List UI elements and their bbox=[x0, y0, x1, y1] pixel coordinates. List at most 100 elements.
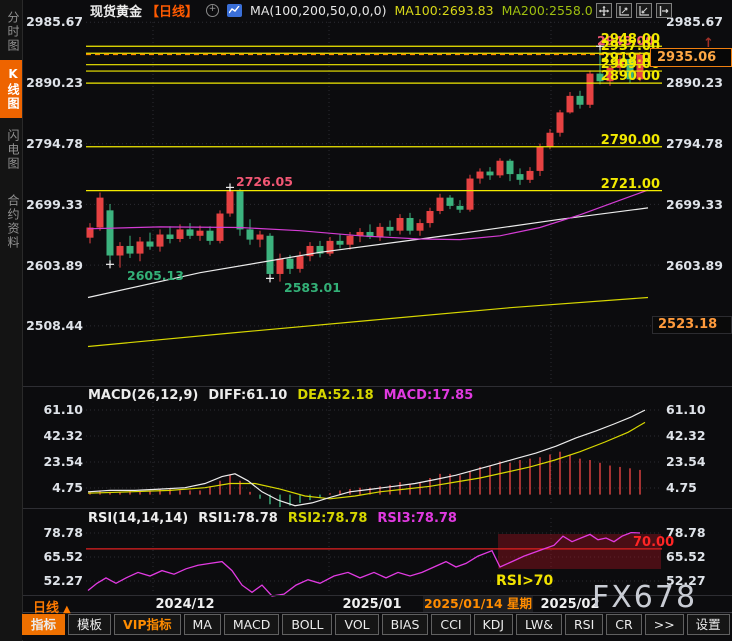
pan-crosshair-button[interactable] bbox=[596, 3, 612, 18]
toolbar-button-macd[interactable]: MACD bbox=[224, 614, 279, 635]
toolbar-button-lw[interactable]: LW& bbox=[516, 614, 562, 635]
price-axis-label: 2985.67 bbox=[666, 15, 730, 28]
candle-body bbox=[497, 161, 504, 176]
candle-body bbox=[617, 59, 624, 68]
chart-toolbuttons bbox=[596, 3, 672, 18]
candle-body bbox=[227, 191, 234, 213]
candle-body bbox=[287, 259, 294, 269]
candle-body bbox=[587, 74, 594, 105]
period-tag: 【日线】 bbox=[146, 1, 198, 20]
highlighted-date-label: 2025/01/14 星期二 bbox=[423, 596, 533, 612]
candle-body bbox=[197, 231, 204, 236]
candle-body bbox=[537, 147, 544, 171]
rsi-axis-label: 65.52 bbox=[25, 550, 83, 563]
ma100-value: MA100:2693.83 bbox=[394, 3, 493, 18]
toolbar-button-kdj[interactable]: KDJ bbox=[474, 614, 514, 635]
rsi1-value: RSI1:78.78 bbox=[198, 511, 278, 526]
sidebar-item-contract-info[interactable]: 合约资料 bbox=[0, 181, 22, 263]
panel-divider bbox=[22, 386, 732, 387]
candle-body bbox=[437, 198, 444, 211]
sidebar-item-kline[interactable]: K线图 bbox=[0, 60, 22, 118]
macd-axis-label: 23.54 bbox=[25, 455, 83, 468]
watermark: FX678 bbox=[592, 580, 697, 615]
macd-axis-label: 61.10 bbox=[25, 403, 83, 416]
price-axis-label: 2508.44 bbox=[25, 319, 83, 332]
shift-right-button[interactable] bbox=[656, 3, 672, 18]
price-alert-box: 2523.18 bbox=[652, 316, 732, 334]
toolbar-button-ma[interactable]: MA bbox=[184, 614, 221, 635]
price-axis-label: 2985.67 bbox=[25, 15, 83, 28]
rsi-axis-label: 78.78 bbox=[25, 526, 83, 539]
dea-line bbox=[88, 422, 645, 498]
candle-body bbox=[377, 227, 384, 237]
candle-body bbox=[457, 206, 464, 210]
symbol-title: 现货黄金 bbox=[90, 1, 142, 20]
candle-body bbox=[567, 96, 574, 113]
candle-body bbox=[547, 133, 554, 147]
candle-body bbox=[487, 172, 494, 176]
candle-body bbox=[397, 218, 404, 231]
macd-axis-label: 4.75 bbox=[25, 481, 83, 494]
candle-body bbox=[517, 174, 524, 180]
price-axis-label: 2794.78 bbox=[666, 137, 730, 150]
panel-divider bbox=[22, 508, 732, 509]
toolbar-button-cci[interactable]: CCI bbox=[431, 614, 470, 635]
candle-body bbox=[107, 210, 114, 255]
macd-axis-label: 42.32 bbox=[666, 429, 730, 442]
date-axis-label: 2024/12 bbox=[152, 597, 218, 612]
candle-body bbox=[267, 236, 274, 274]
toolbar-button-vol[interactable]: VOL bbox=[335, 614, 378, 635]
rsi-axis-label: 65.52 bbox=[666, 550, 730, 563]
add-compare-icon[interactable] bbox=[206, 4, 219, 17]
indicator-toolbar: 指标 模板 VIP指标 MA MACD BOLL VOL BIAS CCI KD… bbox=[22, 614, 732, 640]
price-axis-label: 2603.89 bbox=[25, 259, 83, 272]
toolbar-button-cr[interactable]: CR bbox=[606, 614, 641, 635]
candle-body bbox=[247, 229, 254, 239]
toolbar-button-boll[interactable]: BOLL bbox=[282, 614, 332, 635]
rsi-header: RSI(14,14,14) RSI1:78.78 RSI2:78.78 RSI3… bbox=[88, 511, 457, 526]
toolbar-button-bias[interactable]: BIAS bbox=[382, 614, 429, 635]
price-up-arrow-icon: ↑ bbox=[703, 36, 714, 51]
rsi-axis-label: 52.27 bbox=[25, 574, 83, 587]
price-axis-label: 2699.33 bbox=[25, 198, 83, 211]
sidebar-item-lightning[interactable]: 闪电图 bbox=[0, 123, 22, 177]
candle-body bbox=[97, 198, 104, 228]
macd-header: MACD(26,12,9) DIFF:61.10 DEA:52.18 MACD:… bbox=[88, 388, 473, 403]
candle-body bbox=[117, 246, 124, 256]
toolbar-button-template[interactable]: 模板 bbox=[68, 614, 111, 635]
zoom-axis-out-button[interactable] bbox=[636, 3, 652, 18]
candle-body bbox=[527, 171, 534, 180]
toolbar-button-rsi[interactable]: RSI bbox=[565, 614, 603, 635]
toolbar-button-vip-indicator[interactable]: VIP指标 bbox=[114, 614, 181, 635]
sidebar-item-timeshare[interactable]: 分时图 bbox=[0, 5, 22, 59]
candle-body bbox=[257, 235, 264, 240]
macd-axis-label: 4.75 bbox=[666, 481, 730, 494]
toolbar-button-settings[interactable]: 设置 bbox=[687, 614, 730, 635]
candle-body bbox=[637, 54, 644, 79]
candle-body bbox=[577, 96, 584, 105]
candle-body bbox=[297, 256, 304, 269]
rsi-title: RSI(14,14,14) bbox=[88, 511, 188, 526]
rsi2-value: RSI2:78.78 bbox=[288, 511, 368, 526]
zoom-axis-in-button[interactable] bbox=[616, 3, 632, 18]
toolbar-button-indicator[interactable]: 指标 bbox=[22, 614, 65, 635]
chart-header: 现货黄金 【日线】 MA(100,200,50,0,0,0) MA100:269… bbox=[90, 2, 593, 18]
candle-body bbox=[127, 246, 134, 254]
candle-body bbox=[347, 236, 354, 245]
candle-body bbox=[627, 59, 634, 79]
chart-type-icon[interactable] bbox=[227, 4, 242, 17]
macd-title: MACD(26,12,9) bbox=[88, 388, 198, 403]
candle-body bbox=[467, 179, 474, 210]
ma-settings-label: MA(100,200,50,0,0,0) bbox=[250, 3, 386, 18]
price-axis-label: 2699.33 bbox=[666, 198, 730, 211]
rsi-annotation: RSI>70 bbox=[496, 573, 553, 589]
candle-body bbox=[147, 242, 154, 247]
price-axis-label: 2603.89 bbox=[666, 259, 730, 272]
candle-body bbox=[187, 229, 194, 235]
chart-canvas[interactable] bbox=[0, 0, 732, 641]
candle-body bbox=[207, 231, 214, 241]
candle-body bbox=[507, 161, 514, 174]
candle-body bbox=[387, 227, 394, 231]
macd-axis-label: 61.10 bbox=[666, 403, 730, 416]
toolbar-button-more[interactable]: >> bbox=[645, 614, 684, 635]
